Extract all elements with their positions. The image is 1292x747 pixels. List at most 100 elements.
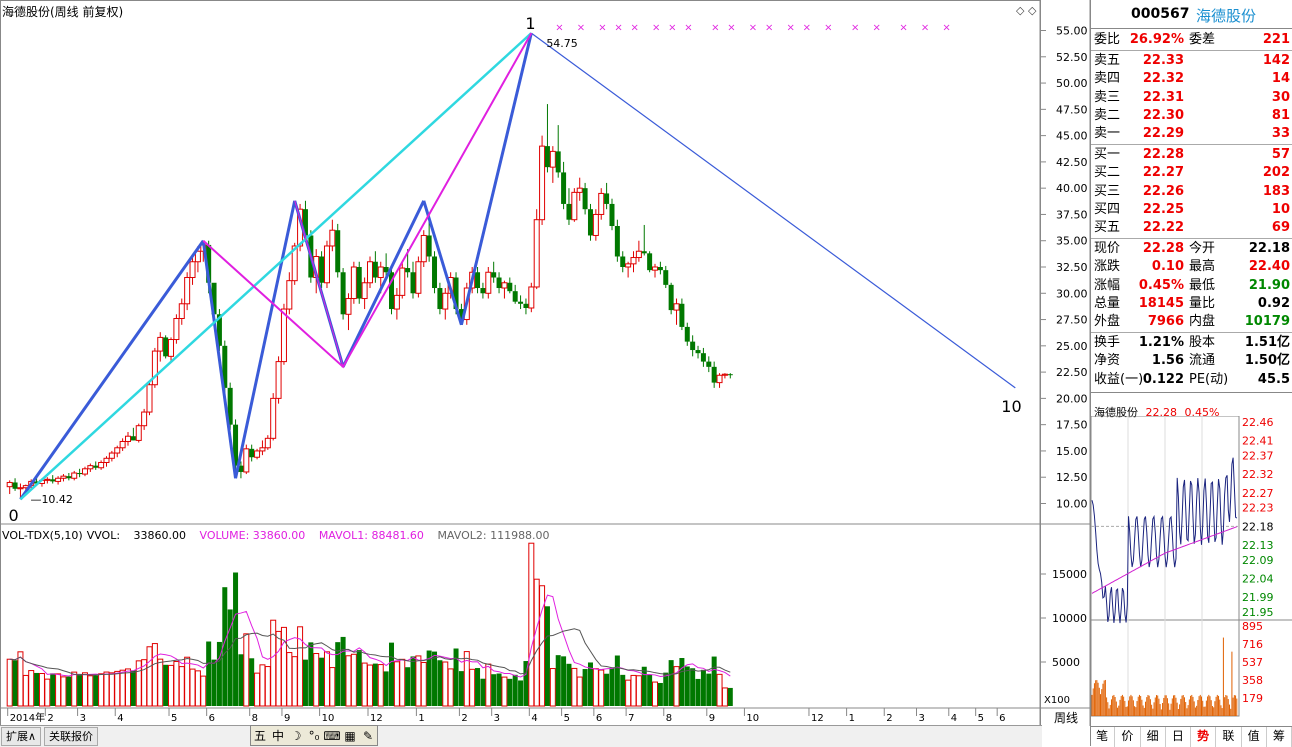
keyboard-icon[interactable]: ⌨	[323, 729, 341, 743]
main-chart[interactable]: 55.00 52.50 50.00 47.50 45.00 42.50 40.00 37.50…	[0, 0, 1090, 726]
stat-row: 涨幅 0.45% 最低 21.90	[1094, 277, 1290, 295]
intraday-chart[interactable]: 22.46 22.41 22.37 22.32 22.27 22.23 22.18 22.13…	[1090, 416, 1292, 718]
volume-bar-up	[329, 667, 336, 707]
intraday-price-tick: 22.37	[1242, 450, 1274, 463]
volume-bar-down	[647, 674, 653, 706]
fundamental-row: 收益(一) 0.122 PE(动) 45.5	[1094, 371, 1290, 389]
volume-bar-down	[34, 672, 40, 706]
candle-body-down	[496, 277, 502, 289]
candle-body-down	[163, 337, 169, 357]
candle-body-up	[275, 361, 282, 399]
intraday-price-tick: 22.09	[1242, 554, 1274, 567]
fundamental-value: 45.5	[1257, 371, 1290, 387]
volume-bar-up	[87, 675, 94, 707]
volume-bar-up	[463, 651, 470, 707]
stat-value: 0.10	[1151, 259, 1184, 275]
candle-body-up	[146, 384, 153, 413]
candle-body-down	[604, 193, 610, 204]
marker-x: ×	[668, 23, 676, 34]
y-tick-label: 40.00	[1056, 182, 1088, 195]
tab-chips[interactable]: 筹	[1267, 727, 1292, 747]
volume-bar-up	[377, 664, 384, 707]
volume-bar-up	[119, 669, 126, 707]
x-tick-label: 5	[978, 713, 984, 724]
stat-value: 7966	[1147, 314, 1184, 329]
tab-detail[interactable]: 细	[1141, 727, 1166, 747]
wubi-icon[interactable]: 五	[251, 727, 269, 744]
bid-volume: 183	[1262, 183, 1290, 199]
volume-bar-up	[114, 670, 121, 707]
volume-bar-up	[721, 687, 728, 707]
volume-bar-up	[485, 663, 492, 707]
candle-body-up	[539, 145, 546, 221]
volume-bar-up	[38, 673, 45, 707]
volume-bar-down	[620, 674, 626, 706]
ask-volume: 33	[1271, 126, 1290, 141]
stat-label: 外盘	[1094, 314, 1121, 329]
volume-bar-up	[103, 671, 110, 707]
candle-body-down	[50, 479, 56, 482]
fundamental-label: 净资	[1094, 353, 1121, 369]
expand-button[interactable]: 扩展∧	[1, 727, 42, 746]
marker-x: ×	[942, 23, 950, 34]
marker-x: ×	[824, 23, 832, 34]
intraday-price-tick: 22.32	[1242, 468, 1274, 481]
tab-trend[interactable]: 势	[1191, 727, 1217, 747]
volume-bar-up	[275, 630, 282, 707]
ask-label: 卖二	[1094, 107, 1121, 123]
ask-label: 卖一	[1094, 126, 1121, 141]
softkey-icon[interactable]: ▦	[341, 729, 359, 743]
candle-body-down	[372, 261, 378, 278]
candle-body-down	[340, 272, 346, 315]
marker-x: ×	[872, 23, 880, 34]
wave-line	[459, 32, 533, 326]
marker-x: ×	[786, 23, 794, 34]
x-tick-label: 2014年	[10, 711, 45, 724]
volume-bar-up	[442, 661, 449, 707]
volume-bar-down	[340, 636, 346, 706]
stat-label: 总量	[1094, 295, 1121, 311]
candle-body-down	[711, 366, 717, 383]
x-tick-label: 6	[999, 713, 1005, 724]
moon-icon[interactable]: ☽	[287, 729, 305, 743]
y-tick-label: 55.00	[1056, 25, 1088, 38]
candle-body-up	[501, 282, 508, 289]
wave-label-top: 1	[525, 14, 535, 33]
fundamental-label: 流通	[1189, 353, 1216, 369]
intraday-price-tick: 22.23	[1242, 502, 1274, 515]
y-tick-label: 45.00	[1056, 130, 1088, 143]
volume-bar-down	[238, 654, 244, 706]
candle-body-up	[533, 219, 540, 288]
candle-body-up	[168, 339, 175, 357]
tab-daily[interactable]: 日	[1166, 727, 1191, 747]
intraday-price-tick: 22.04	[1242, 572, 1274, 585]
volume-bar-down	[512, 674, 518, 706]
marker-x: ×	[684, 23, 692, 34]
tab-value[interactable]: 值	[1242, 727, 1267, 747]
bid-volume: 202	[1262, 165, 1290, 181]
chinese-mode-icon[interactable]: 中	[269, 727, 287, 744]
tab-price[interactable]: 价	[1115, 727, 1141, 747]
tab-trades[interactable]: 笔	[1090, 727, 1116, 747]
y-tick-label: 12.50	[1056, 471, 1088, 484]
tab-linked[interactable]: 联	[1216, 727, 1242, 747]
stat-value: 22.40	[1248, 259, 1290, 275]
related-quote-button[interactable]: 关联报价	[44, 727, 98, 746]
tool-strip: 五 中 ☽ °₀ ⌨ ▦ ✎	[250, 725, 378, 746]
candle-body-down	[582, 188, 588, 210]
volume-bar-down	[77, 674, 83, 706]
wrench-icon[interactable]: ✎	[359, 729, 377, 743]
x-tick-label: 4	[531, 713, 537, 724]
candle-body-up	[264, 437, 271, 449]
x-tick-label: 4	[117, 713, 123, 724]
intraday-vol-tick: 716	[1242, 638, 1263, 651]
volume-bar-down	[609, 667, 615, 706]
candle-body-down	[410, 272, 416, 294]
candle-body-up	[270, 397, 277, 439]
punctuation-icon[interactable]: °₀	[305, 729, 323, 743]
intraday-price-line	[1091, 457, 1238, 624]
y-tick-label: 52.50	[1056, 51, 1088, 64]
volume-bar-up	[146, 646, 153, 707]
stat-label: 量比	[1189, 295, 1216, 311]
volume-bar-up	[323, 651, 330, 707]
